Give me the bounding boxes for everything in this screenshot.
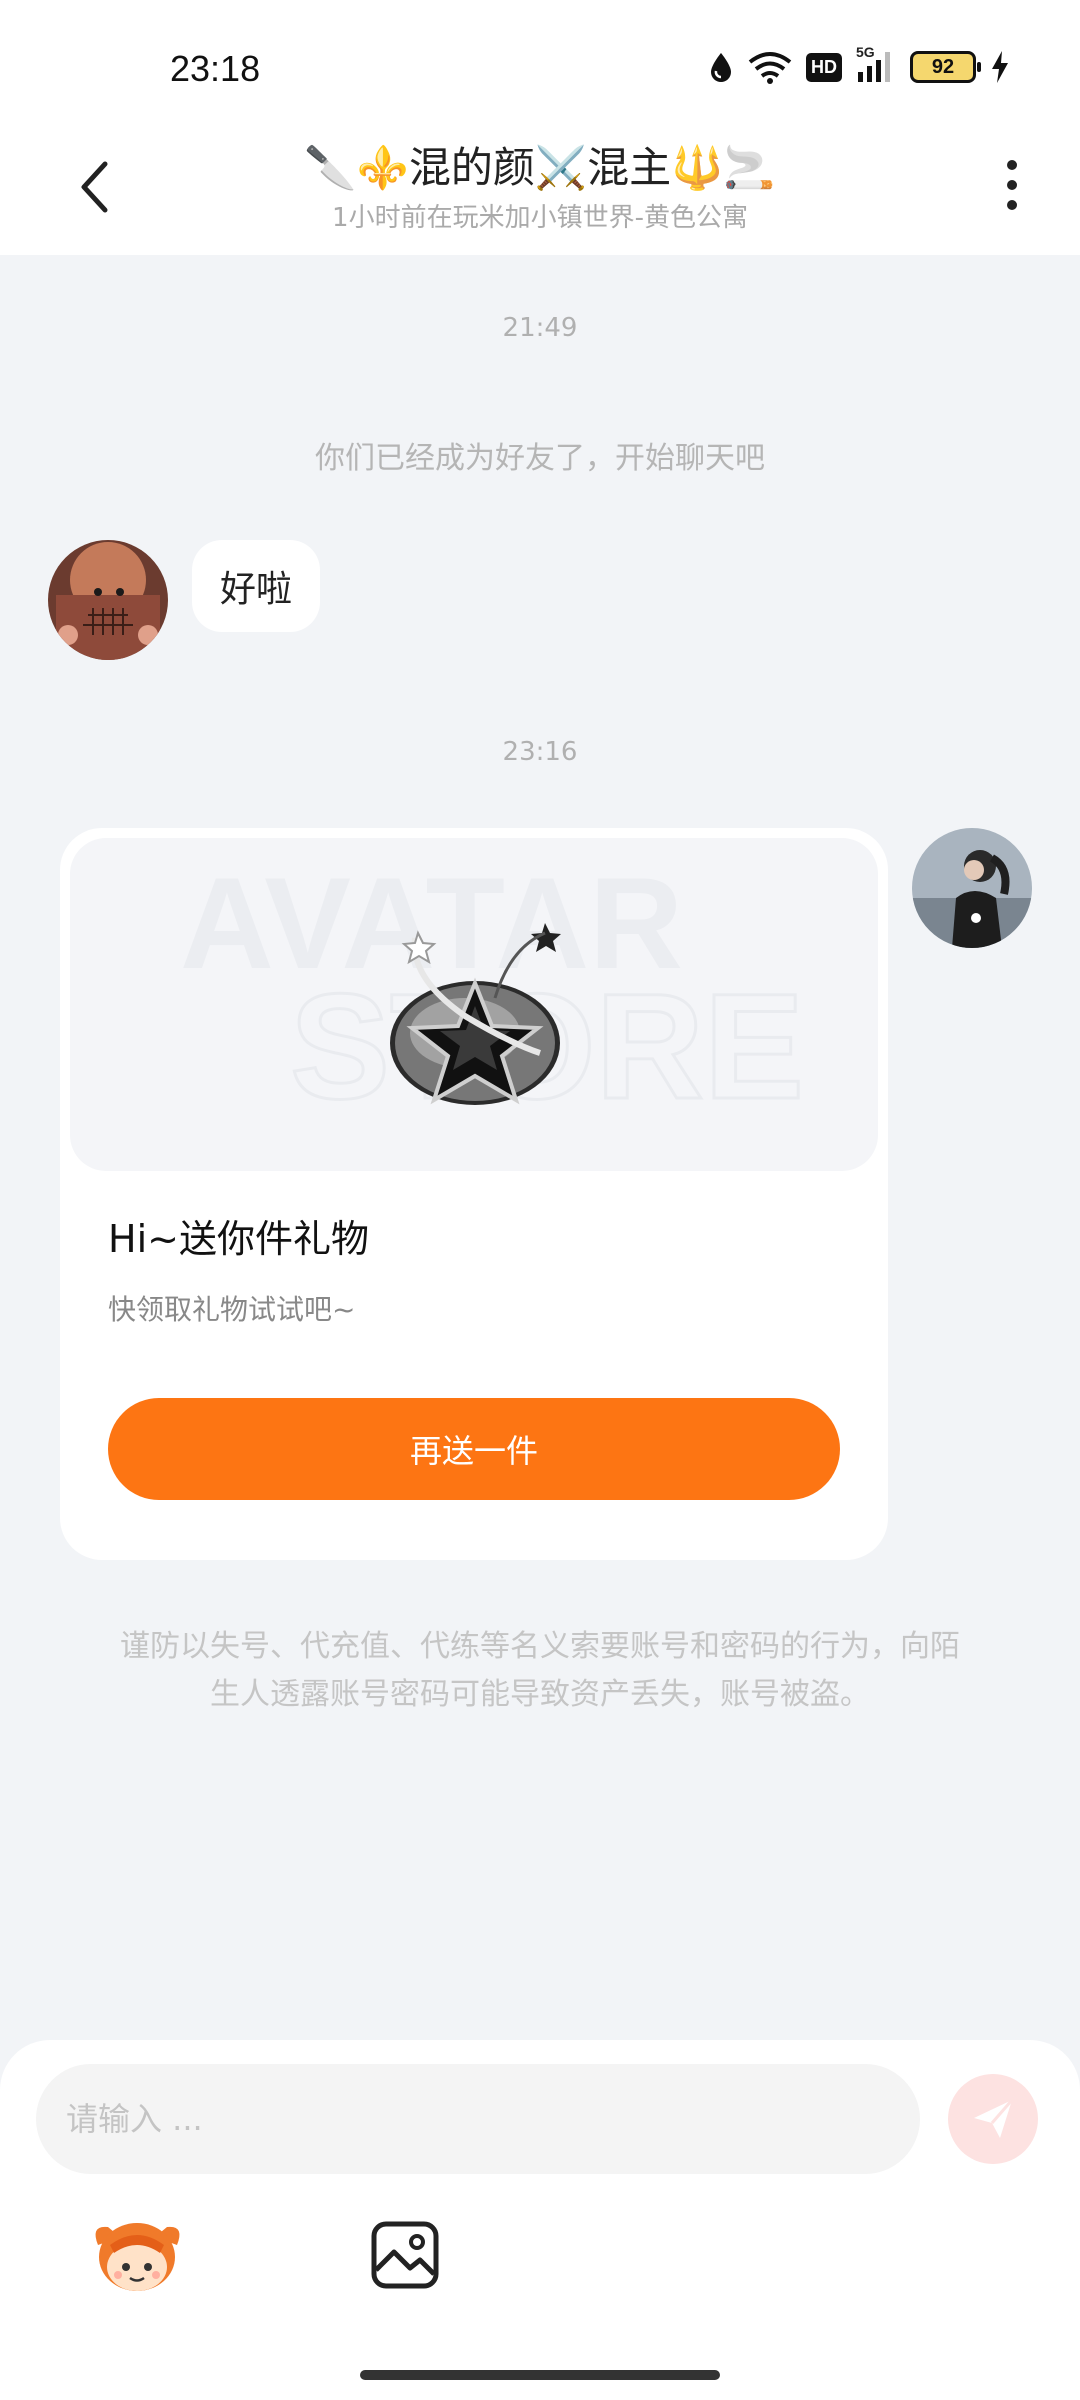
send-icon (974, 2099, 1014, 2138)
message-bubble[interactable]: 好啦 (192, 540, 321, 632)
status-icons: HD 5G 92 (708, 44, 1010, 84)
chat-area[interactable]: 21:49 你们已经成为好友了，开始聊天吧 好啦 23:16 AVATAR Hi… (0, 255, 1080, 2045)
gift-title: Hi~送你件礼物 (108, 1217, 369, 1261)
contact-name: 🔪⚜️混的颜⚔️混主🔱🚬 (304, 143, 776, 192)
chevron-left-icon (81, 161, 108, 213)
header-title-block: 🔪⚜️混的颜⚔️混主🔱🚬 1小时前在玩米加小镇世界-黄色公寓 (180, 134, 900, 234)
input-area (0, 2040, 1080, 2400)
charging-icon (990, 50, 1010, 84)
contact-status: 1小时前在玩米加小镇世界-黄色公寓 (332, 203, 748, 233)
more-options-button[interactable] (992, 150, 1032, 220)
contact-avatar[interactable] (48, 540, 168, 660)
message-input[interactable] (36, 2064, 920, 2174)
signal-icon: 5G (856, 44, 896, 84)
system-message: 你们已经成为好友了，开始聊天吧 (315, 441, 765, 476)
wifi-icon (748, 50, 792, 84)
status-bar: 23:18 HD 5G 92 (0, 0, 1080, 130)
gift-card[interactable]: AVATAR STORE Hi~送你件礼物 快领取礼物试试吧~ 再送一件 (60, 828, 888, 1560)
battery-indicator: 92 (910, 51, 981, 83)
gift-image: AVATAR STORE (70, 838, 878, 1171)
send-another-gift-button[interactable]: 再送一件 (108, 1398, 840, 1500)
security-warning: 谨防以失号、代充值、代练等名义索要账号和密码的行为，向陌生人透露账号密码可能导致… (120, 1629, 960, 1712)
more-dot-icon (1007, 160, 1017, 170)
status-time: 23:18 (170, 48, 261, 89)
chat-header: 🔪⚜️混的颜⚔️混主🔱🚬 1小时前在玩米加小镇世界-黄色公寓 (0, 130, 1080, 255)
mascot-sticker-icon[interactable] (90, 2215, 185, 2295)
gift-description: 快领取礼物试试吧~ (108, 1293, 356, 1326)
network-type-label: 5G (856, 44, 875, 60)
timestamp: 21:49 (502, 313, 578, 343)
timestamp: 23:16 (502, 737, 578, 767)
home-indicator[interactable] (360, 2370, 720, 2380)
drop-icon (708, 51, 734, 83)
more-dot-icon (1007, 180, 1017, 190)
hd-badge: HD (806, 52, 842, 82)
back-button[interactable] (70, 152, 118, 222)
my-avatar[interactable] (912, 828, 1032, 948)
image-picker-icon[interactable] (370, 2220, 440, 2290)
more-dot-icon (1007, 200, 1017, 210)
send-button[interactable] (948, 2074, 1038, 2164)
